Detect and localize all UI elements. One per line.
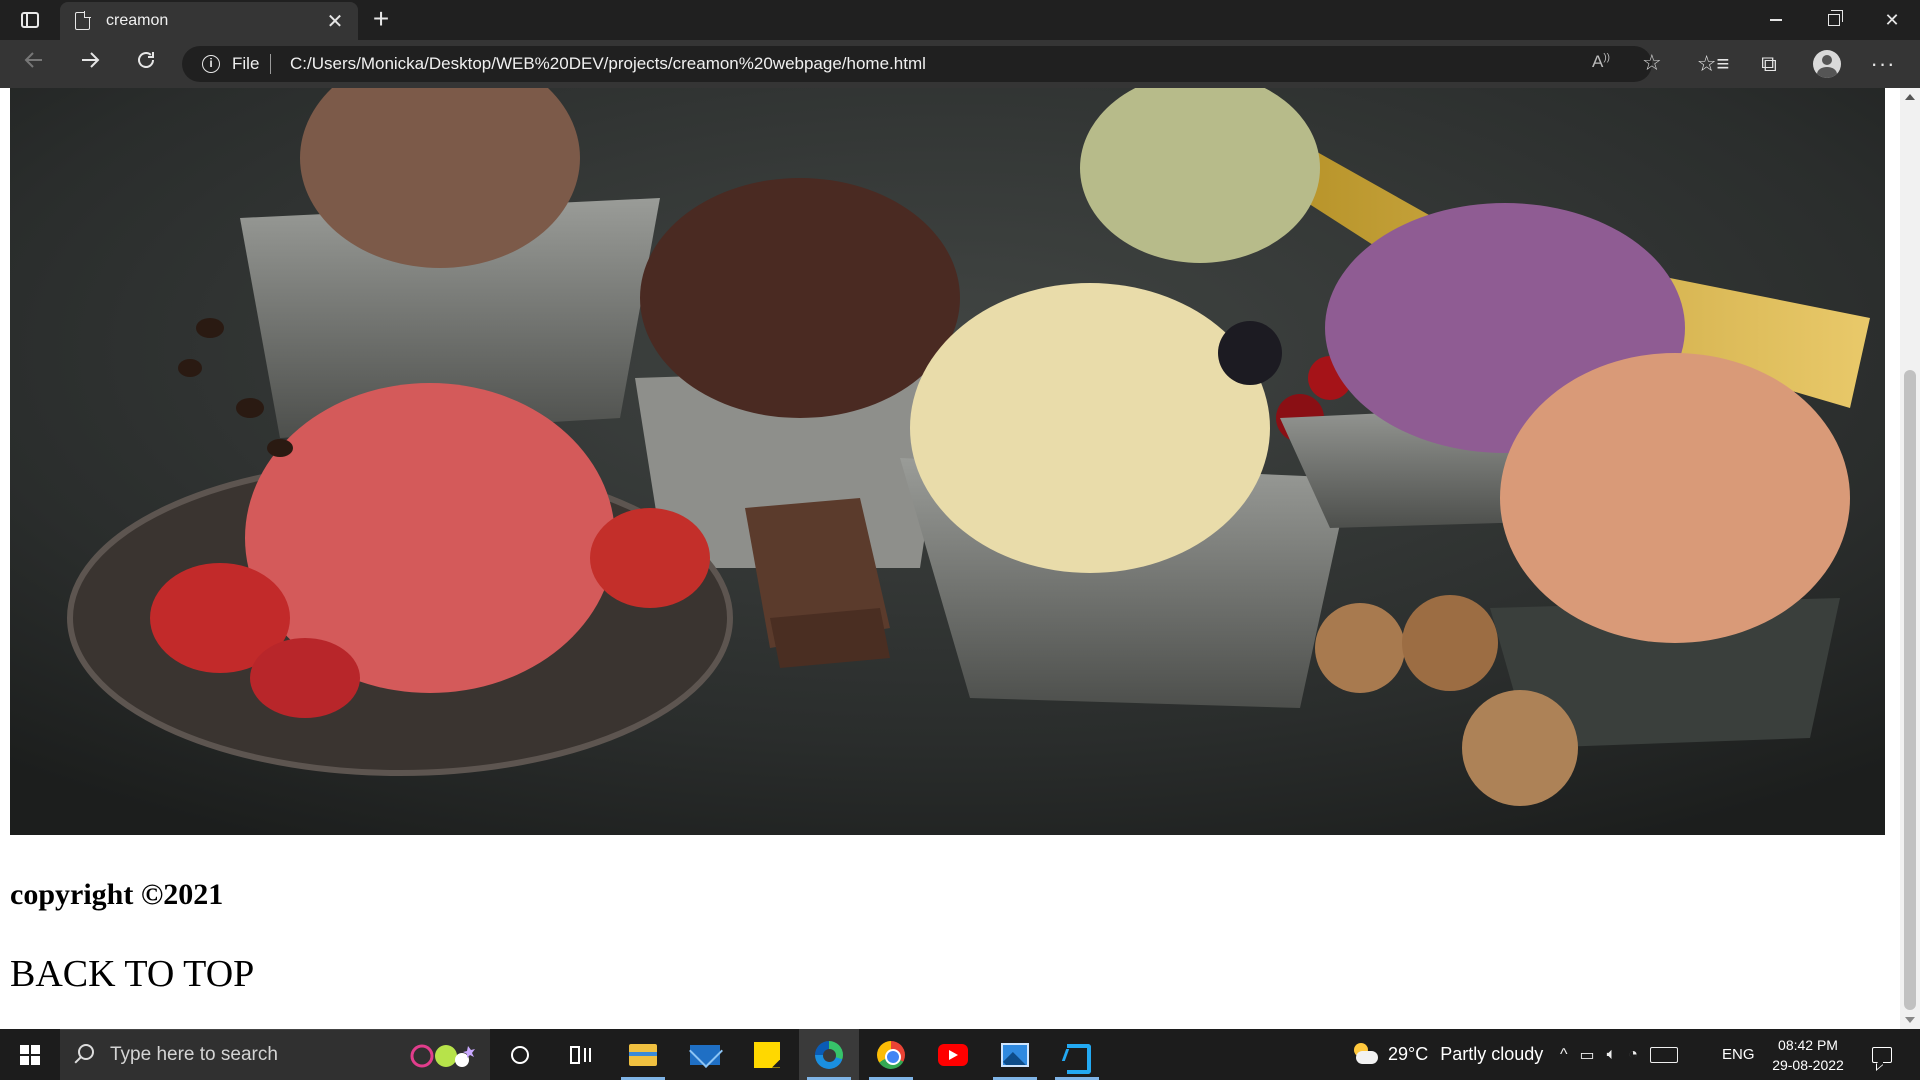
address-bar[interactable]: i File C:/Users/Monicka/Desktop/WEB%20DE… — [182, 46, 1662, 82]
edge-button[interactable] — [799, 1029, 859, 1080]
photos-icon — [1001, 1042, 1029, 1067]
photos-button[interactable] — [985, 1029, 1045, 1080]
add-favorite-icon[interactable]: ☆ — [1642, 50, 1662, 76]
minimize-icon — [1770, 19, 1782, 21]
start-button[interactable] — [0, 1029, 60, 1080]
battery-icon[interactable]: ▭ — [1580, 1045, 1595, 1065]
notifications-button[interactable] — [1862, 1029, 1902, 1080]
scrollbar-thumb[interactable] — [1904, 370, 1916, 1010]
scroll-up-icon[interactable] — [1905, 94, 1915, 100]
new-tab-button[interactable]: + — [366, 4, 396, 34]
task-view-icon — [570, 1045, 591, 1064]
sticky-notes-icon — [754, 1041, 780, 1068]
clock-date: 29-08-2022 — [1772, 1056, 1844, 1073]
mail-button[interactable] — [675, 1029, 735, 1080]
search-placeholder: Type here to search — [110, 1044, 278, 1065]
back-icon — [24, 52, 42, 68]
wifi-icon[interactable]: ◔ — [1628, 1046, 1638, 1064]
show-hidden-icons-icon[interactable]: ^ — [1560, 1046, 1568, 1064]
back-to-top-link[interactable]: BACK TO TOP — [10, 952, 254, 996]
close-icon: ✕ — [1884, 9, 1900, 30]
address-separator — [270, 54, 271, 74]
minimize-button[interactable] — [1748, 0, 1804, 40]
scroll-down-icon[interactable] — [1905, 1017, 1915, 1023]
weather-temp: 29°C — [1388, 1044, 1429, 1064]
sticky-notes-button[interactable] — [737, 1029, 797, 1080]
windows-taskbar: Type here to search 29°C Partly cloudy ^… — [0, 1029, 1920, 1080]
read-aloud-icon[interactable]: A)) — [1592, 52, 1610, 72]
weather-condition: Partly cloudy — [1440, 1044, 1544, 1064]
document-icon — [75, 11, 91, 30]
tab-title: creamon — [106, 12, 169, 29]
notification-icon — [1872, 1046, 1892, 1063]
input-language[interactable]: ENG — [1722, 1029, 1755, 1080]
youtube-button[interactable] — [923, 1029, 983, 1080]
system-tray-icons: ^ ▭ 🔈︎ ◔ — [1560, 1029, 1678, 1080]
profile-icon — [1813, 50, 1841, 78]
tab-actions-icon[interactable] — [12, 8, 48, 32]
clock[interactable]: 08:42 PM 29-08-2022 — [1768, 1029, 1848, 1080]
partly-cloudy-icon — [1350, 1042, 1378, 1065]
task-view-button[interactable] — [550, 1029, 610, 1080]
refresh-button[interactable] — [128, 48, 164, 80]
page-viewport: copyright ©2021 BACK TO TOP — [0, 88, 1920, 1029]
browser-toolbar: i File C:/Users/Monicka/Desktop/WEB%20DE… — [0, 40, 1920, 88]
vscode-button[interactable] — [1047, 1029, 1107, 1080]
search-highlight-doodle-icon — [410, 1044, 475, 1068]
favorites-icon[interactable]: ☆≡ — [1696, 48, 1730, 80]
site-info-icon[interactable]: i — [202, 55, 220, 73]
mail-icon — [690, 1044, 720, 1065]
weather-widget[interactable]: 29°C Partly cloudy — [1350, 1029, 1543, 1080]
volume-icon[interactable]: 🔈︎ — [1607, 1046, 1617, 1064]
restore-icon — [1828, 10, 1843, 26]
browser-tab[interactable]: creamon ✕ — [60, 2, 358, 40]
close-window-button[interactable]: ✕ — [1864, 0, 1920, 40]
page-scrollbar[interactable] — [1900, 88, 1920, 1029]
search-icon — [78, 1044, 94, 1060]
youtube-icon — [938, 1043, 968, 1066]
browser-title-bar: creamon ✕ + ✕ — [0, 0, 1920, 40]
file-explorer-icon — [629, 1043, 657, 1066]
collections-icon[interactable]: ⧉ — [1752, 48, 1786, 80]
address-url[interactable]: C:/Users/Monicka/Desktop/WEB%20DEV/proje… — [290, 54, 926, 74]
vscode-icon — [1063, 1041, 1091, 1074]
file-explorer-button[interactable] — [613, 1029, 673, 1080]
restore-button[interactable] — [1806, 0, 1862, 40]
hero-image — [10, 88, 1885, 835]
copyright-text: copyright ©2021 — [10, 878, 224, 911]
edge-icon — [815, 1040, 843, 1069]
ice-cream-illustration — [10, 88, 1885, 835]
taskbar-search[interactable]: Type here to search — [60, 1029, 490, 1080]
clock-time: 08:42 PM — [1778, 1036, 1838, 1053]
tab-close-icon[interactable]: ✕ — [320, 9, 350, 34]
more-icon[interactable]: ··· — [1866, 48, 1900, 80]
cortana-icon — [511, 1045, 529, 1064]
refresh-icon — [138, 52, 154, 68]
chrome-icon — [877, 1040, 905, 1069]
forward-icon — [82, 52, 100, 68]
cortana-button[interactable] — [490, 1029, 550, 1080]
touch-keyboard-icon[interactable] — [1649, 1046, 1678, 1063]
back-button[interactable] — [16, 48, 52, 80]
chrome-button[interactable] — [861, 1029, 921, 1080]
profile-button[interactable] — [1810, 48, 1844, 80]
windows-logo-icon — [20, 1044, 40, 1065]
address-scheme-label: File — [232, 54, 260, 73]
forward-button[interactable] — [72, 48, 108, 80]
